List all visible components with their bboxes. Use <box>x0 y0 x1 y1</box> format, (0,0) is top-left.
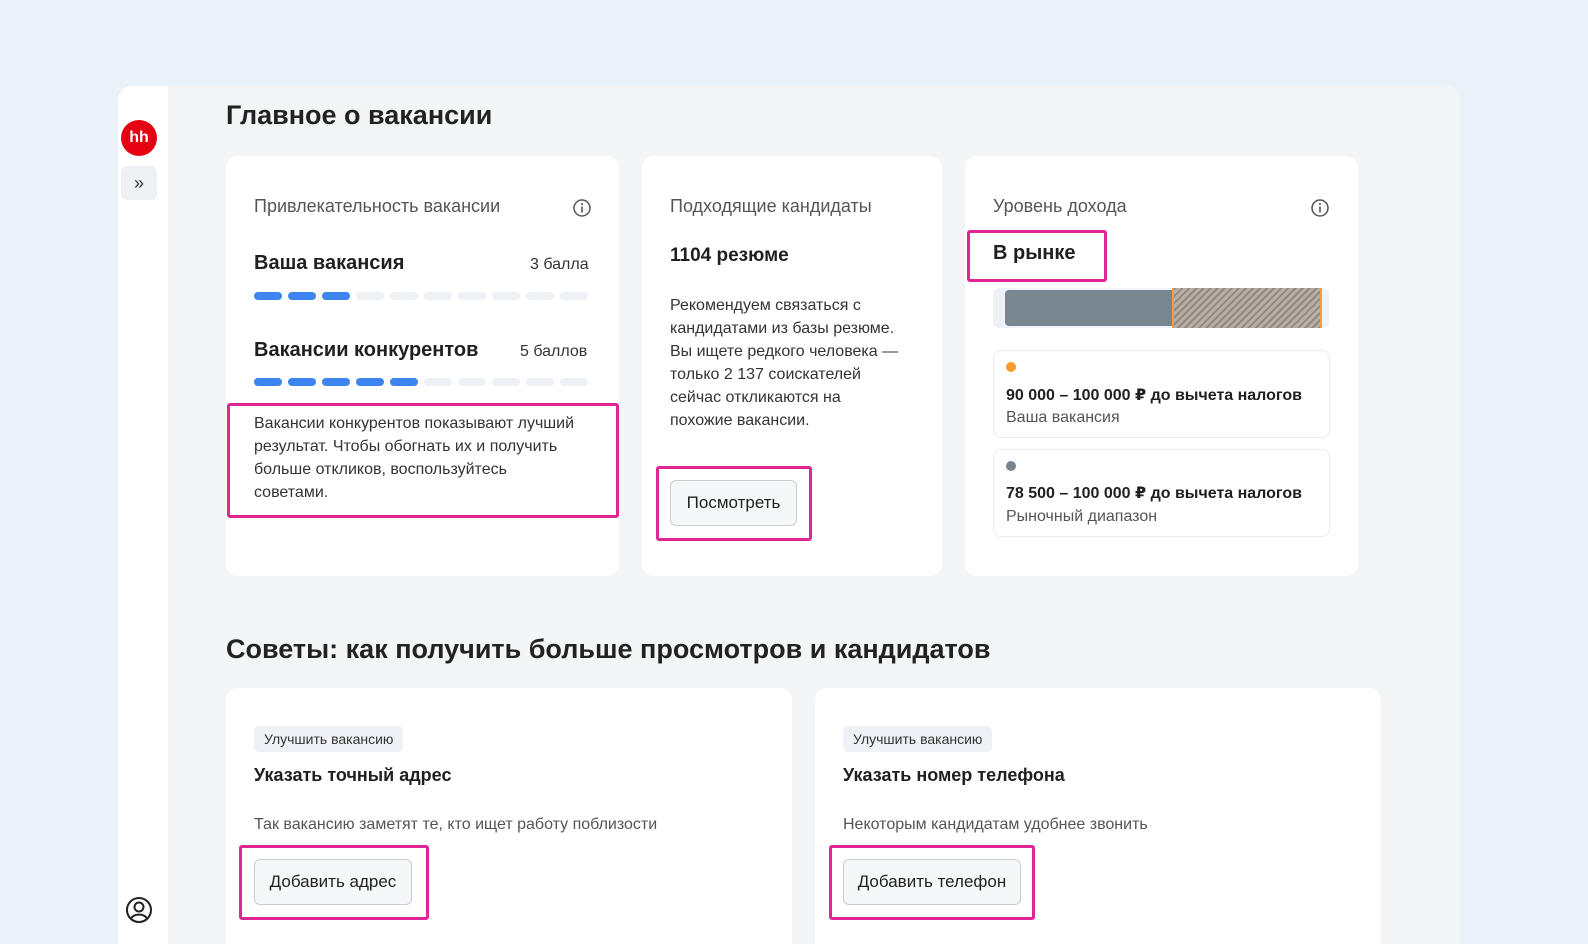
competitors-score: 5 баллов <box>520 343 588 360</box>
attractiveness-title: Привлекательность вакансии <box>254 196 501 216</box>
vacancy-salary-label: Ваша вакансия <box>1006 409 1120 426</box>
score-segment-empty <box>458 292 486 300</box>
your-vacancy-score: 3 балла <box>530 256 589 273</box>
highlight-frame <box>656 466 812 541</box>
highlight-frame <box>227 403 619 518</box>
market-salary-item: 78 500 – 100 000 ₽ до вычета налогов Рын… <box>993 449 1330 537</box>
score-segment-empty <box>560 292 588 300</box>
score-segment-filled <box>390 378 418 386</box>
score-segment-filled <box>356 378 384 386</box>
market-dot <box>1006 461 1016 471</box>
score-segment-empty <box>390 292 418 300</box>
info-icon[interactable] <box>572 198 592 218</box>
score-segment-empty <box>424 378 452 386</box>
market-salary-label: Рыночный диапазон <box>1006 508 1158 525</box>
candidates-title: Подходящие кандидаты <box>670 196 872 216</box>
score-segment-filled <box>288 292 316 300</box>
market-salary: 78 500 – 100 000 ₽ до вычета налогов <box>1006 485 1302 502</box>
candidates-count: 1104 резюме <box>670 245 789 266</box>
score-segment-empty <box>560 378 588 386</box>
vacancy-salary: 90 000 – 100 000 ₽ до вычета налогов <box>1006 387 1302 404</box>
score-segment-filled <box>288 378 316 386</box>
sidebar: hh » <box>118 86 168 944</box>
tip-text: Так вакансию заметят те, кто ищет работу… <box>254 816 658 833</box>
highlight-frame <box>967 230 1107 282</box>
score-segment-empty <box>458 378 486 386</box>
score-segment-empty <box>526 378 554 386</box>
market-range-fill <box>1005 290 1173 326</box>
your-vacancy-score-bar <box>254 292 588 300</box>
app-window: hh » Главное о вакансии Привлекательност… <box>118 86 1460 944</box>
score-segment-empty <box>356 292 384 300</box>
hh-logo[interactable]: hh <box>121 120 157 156</box>
vacancy-salary-item: 90 000 – 100 000 ₽ до вычета налогов Ваш… <box>993 350 1330 438</box>
income-title: Уровень дохода <box>993 196 1127 216</box>
tip-tag: Улучшить вакансию <box>254 726 404 752</box>
income-card: Уровень дохода В рынке 90 000 – 100 000 … <box>965 156 1358 576</box>
page-title: Главное о вакансии <box>226 100 493 130</box>
score-segment-filled <box>322 292 350 300</box>
tip-title: Указать номер телефона <box>843 765 1065 785</box>
vacancy-range-fill <box>1172 288 1322 328</box>
score-segment-filled <box>322 378 350 386</box>
tip-title: Указать точный адрес <box>254 765 452 785</box>
info-icon[interactable] <box>1310 198 1330 218</box>
score-segment-empty <box>492 378 520 386</box>
highlight-frame <box>829 845 1035 920</box>
tips-title: Советы: как получить больше просмотров и… <box>226 634 991 664</box>
tip-tag: Улучшить вакансию <box>843 726 993 752</box>
competitors-label: Вакансии конкурентов <box>254 339 479 361</box>
chevron-double-right-icon[interactable]: » <box>121 166 157 200</box>
score-segment-empty <box>492 292 520 300</box>
score-segment-filled <box>254 292 282 300</box>
vacancy-dot <box>1006 362 1016 372</box>
user-circle-icon[interactable] <box>125 896 153 924</box>
score-segment-empty <box>526 292 554 300</box>
score-segment-filled <box>254 378 282 386</box>
candidates-text: Рекомендуем связаться с кандидатами из б… <box>670 297 899 429</box>
competitors-score-bar <box>254 378 588 386</box>
highlight-frame <box>239 845 429 920</box>
score-segment-empty <box>424 292 452 300</box>
your-vacancy-label: Ваша вакансия <box>254 252 405 274</box>
tip-text: Некоторым кандидатам удобнее звонить <box>843 816 1148 833</box>
